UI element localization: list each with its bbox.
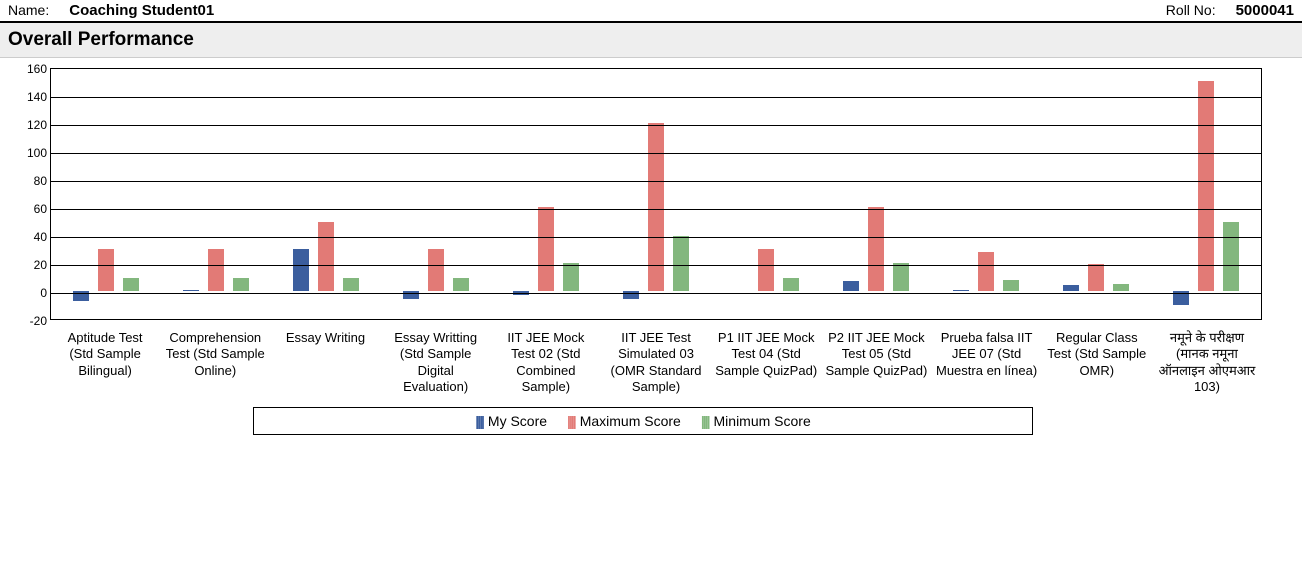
- bar-min: [123, 278, 139, 291]
- x-tick-label: Essay Writting (Std Sample Digital Evalu…: [381, 330, 491, 395]
- header-row: Name: Coaching Student01 Roll No: 500004…: [0, 0, 1302, 23]
- bar-min: [453, 278, 469, 291]
- bar-swatch-icon: ||||: [567, 414, 575, 428]
- x-tick-label: Prueba falsa IIT JEE 07 (Std Muestra en …: [932, 330, 1042, 395]
- x-tick-label: नमूने के परीक्षण (मानक नमूना ऑनलाइन ओएमआ…: [1152, 330, 1262, 395]
- bar-min: [343, 278, 359, 291]
- x-axis-labels: Aptitude Test (Std Sample Bilingual)Comp…: [50, 330, 1262, 395]
- name-value: Coaching Student01: [69, 2, 214, 19]
- x-tick-label: Comprehension Test (Std Sample Online): [160, 330, 270, 395]
- x-tick-label: IIT JEE Test Simulated 03 (OMR Standard …: [601, 330, 711, 395]
- legend-item-min-score: |||| Minimum Score: [701, 413, 811, 429]
- x-tick-label: P1 IIT JEE Mock Test 04 (Std Sample Quiz…: [711, 330, 821, 395]
- bar-min: [233, 278, 249, 291]
- y-tick-label: 60: [11, 202, 47, 216]
- roll-value: 5000041: [1236, 2, 1294, 19]
- y-tick-label: 100: [11, 146, 47, 160]
- x-tick-label: Regular Class Test (Std Sample OMR): [1042, 330, 1152, 395]
- bar-max: [208, 249, 224, 291]
- grid-line: [51, 293, 1261, 294]
- bar-min: [783, 278, 799, 291]
- x-tick-label: Essay Writing: [270, 330, 380, 395]
- bar-swatch-icon: ||||: [475, 414, 483, 428]
- grid-line: [51, 265, 1261, 266]
- y-tick-label: 20: [11, 258, 47, 272]
- bar-swatch-icon: ||||: [701, 414, 709, 428]
- y-tick-label: 0: [11, 286, 47, 300]
- legend-label-my: My Score: [488, 413, 547, 429]
- legend-item-my-score: |||| My Score: [475, 413, 547, 429]
- chart: -20020406080100120140160 Aptitude Test (…: [0, 58, 1302, 443]
- bar-my: [953, 290, 969, 291]
- bar-max: [428, 249, 444, 291]
- y-tick-label: -20: [11, 314, 47, 328]
- bar-max: [538, 207, 554, 291]
- x-tick-label: IIT JEE Mock Test 02 (Std Combined Sampl…: [491, 330, 601, 395]
- bar-max: [1198, 81, 1214, 291]
- bar-my: [1063, 285, 1079, 291]
- plot-area: -20020406080100120140160: [50, 68, 1262, 320]
- name-label: Name:: [8, 2, 49, 18]
- bar-max: [1088, 264, 1104, 291]
- bar-min: [563, 263, 579, 291]
- bar-min: [893, 263, 909, 291]
- grid-line: [51, 237, 1261, 238]
- bar-max: [758, 249, 774, 291]
- grid-line: [51, 209, 1261, 210]
- grid-line: [51, 181, 1261, 182]
- legend-item-max-score: |||| Maximum Score: [567, 413, 681, 429]
- bar-min: [673, 236, 689, 291]
- bar-max: [318, 222, 334, 291]
- legend-label-min: Minimum Score: [714, 413, 811, 429]
- x-tick-label: Aptitude Test (Std Sample Bilingual): [50, 330, 160, 395]
- grid-line: [51, 153, 1261, 154]
- bar-max: [868, 207, 884, 291]
- bar-my: [293, 249, 309, 291]
- bar-my: [843, 281, 859, 291]
- y-tick-label: 80: [11, 174, 47, 188]
- bar-my: [183, 290, 199, 291]
- roll-label: Roll No:: [1166, 2, 1216, 18]
- legend-label-max: Maximum Score: [580, 413, 681, 429]
- bar-max: [978, 252, 994, 291]
- x-tick-label: P2 IIT JEE Mock Test 05 (Std Sample Quiz…: [821, 330, 931, 395]
- bar-min: [1223, 222, 1239, 291]
- y-tick-label: 160: [11, 62, 47, 76]
- grid-line: [51, 125, 1261, 126]
- bar-min: [1003, 280, 1019, 291]
- bar-min: [1113, 284, 1129, 291]
- y-tick-label: 120: [11, 118, 47, 132]
- y-tick-label: 140: [11, 90, 47, 104]
- bar-max: [98, 249, 114, 291]
- legend: |||| My Score |||| Maximum Score |||| Mi…: [253, 407, 1033, 435]
- y-tick-label: 40: [11, 230, 47, 244]
- grid-line: [51, 97, 1261, 98]
- section-title: Overall Performance: [0, 23, 1302, 58]
